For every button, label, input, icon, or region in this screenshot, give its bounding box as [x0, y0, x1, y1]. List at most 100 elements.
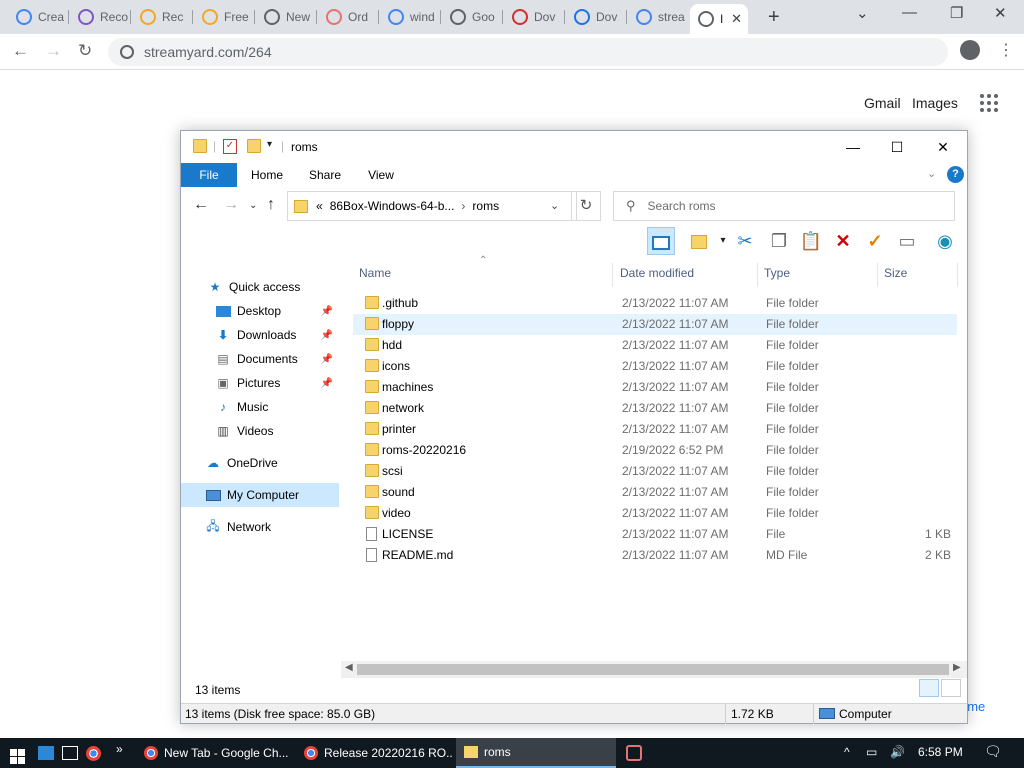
browser-tab[interactable]: strea [628, 4, 686, 30]
forward-arrow-icon[interactable]: → [223, 196, 239, 214]
minimize-browser-button[interactable]: — [902, 4, 917, 21]
breadcrumb-current[interactable]: roms [472, 199, 499, 213]
taskbar-app[interactable]: Release 20220216 RO... [296, 738, 452, 768]
file-row[interactable]: .github 2/13/2022 11:07 AM File folder [353, 293, 957, 314]
tab-view[interactable]: View [357, 163, 405, 187]
overflow-chevron-icon[interactable]: » [116, 742, 123, 756]
file-row[interactable]: scsi 2/13/2022 11:07 AM File folder [353, 461, 957, 482]
reload-icon[interactable]: ↻ [78, 41, 92, 61]
google-apps-icon[interactable] [980, 94, 998, 112]
back-arrow-icon[interactable]: ← [193, 196, 209, 214]
app-icon[interactable] [626, 745, 642, 761]
tab-file[interactable]: File [181, 163, 237, 187]
browser-tab[interactable]: Dov [504, 4, 562, 30]
computer-icon[interactable] [62, 746, 78, 760]
browser-tab[interactable]: wind [380, 4, 438, 30]
breadcrumb-chevron-icon[interactable]: › [461, 199, 465, 213]
windows-start-icon[interactable] [10, 745, 25, 764]
nav-desktop[interactable]: Desktop 📌 [181, 299, 339, 323]
help-icon[interactable]: ? [947, 166, 964, 183]
profile-avatar-icon[interactable] [960, 40, 980, 60]
desktop-icon[interactable] [38, 746, 54, 760]
browser-menu-icon[interactable]: ⋮ [998, 40, 1014, 60]
file-row[interactable]: printer 2/13/2022 11:07 AM File folder [353, 419, 957, 440]
nav-onedrive[interactable]: ☁ OneDrive [181, 451, 339, 475]
close-browser-button[interactable]: ✕ [994, 4, 1007, 22]
tab-home[interactable]: Home [243, 163, 291, 187]
large-icons-view-icon[interactable] [941, 679, 961, 697]
browser-tab[interactable]: Reco [70, 4, 128, 30]
close-tab-icon[interactable]: ✕ [731, 11, 742, 27]
chrome-icon[interactable] [86, 746, 101, 761]
scroll-right-icon[interactable]: ▶ [953, 662, 961, 673]
pin-icon[interactable]: 📌 [321, 306, 333, 317]
images-link[interactable]: Images [912, 95, 958, 111]
file-row[interactable]: floppy 2/13/2022 11:07 AM File folder [353, 314, 957, 335]
breadcrumb-overflow[interactable]: « [316, 199, 323, 213]
file-row[interactable]: machines 2/13/2022 11:07 AM File folder [353, 377, 957, 398]
pin-icon[interactable]: 📌 [321, 354, 333, 365]
explorer-address-bar[interactable]: « 86Box-Windows-64-b... › roms ⌄ [287, 191, 577, 221]
close-button[interactable]: ✕ [923, 136, 963, 158]
column-header-date[interactable]: Date modified [620, 263, 758, 287]
rename-check-icon[interactable]: ✓ [861, 227, 889, 255]
details-view-icon[interactable] [919, 679, 939, 697]
file-row[interactable]: icons 2/13/2022 11:07 AM File folder [353, 356, 957, 377]
browser-tab[interactable]: New [256, 4, 314, 30]
browser-tab[interactable]: Rec [132, 4, 190, 30]
customize-qat-icon[interactable]: ▾ [267, 139, 272, 150]
taskbar-app[interactable]: New Tab - Google Ch... [136, 738, 292, 768]
nav-quick-access[interactable]: ★ Quick access [181, 275, 339, 299]
recent-locations-icon[interactable]: ⌄ [249, 200, 257, 211]
clock-time[interactable]: 6:58 PM [918, 745, 963, 759]
tab-share[interactable]: Share [301, 163, 349, 187]
horizontal-scrollbar[interactable]: ◀ ▶ [341, 661, 967, 678]
gmail-link[interactable]: Gmail [864, 95, 901, 111]
file-row[interactable]: roms-20220216 2/19/2022 6:52 PM File folde… [353, 440, 957, 461]
expand-ribbon-icon[interactable]: ⌄ [927, 167, 936, 180]
scrollbar-thumb[interactable] [357, 664, 949, 675]
pin-icon[interactable]: 📌 [321, 330, 333, 341]
address-bar[interactable]: streamyard.com/264 [108, 38, 948, 66]
nav-videos[interactable]: ▥ Videos [181, 419, 339, 443]
nav-my-computer[interactable]: My Computer [181, 483, 339, 507]
refresh-icon[interactable]: ↻ [571, 191, 601, 221]
column-header-type[interactable]: Type [764, 263, 878, 287]
column-header-size[interactable]: Size [884, 263, 958, 287]
file-row[interactable]: sound 2/13/2022 11:07 AM File folder [353, 482, 957, 503]
nav-network[interactable]: 🖧 Network [181, 515, 339, 539]
nav-music[interactable]: ♪ Music [181, 395, 339, 419]
column-header-name[interactable]: Name [359, 263, 613, 287]
tab-search-icon[interactable]: ⌄ [856, 4, 869, 22]
new-tab-button[interactable]: + [768, 6, 780, 29]
globe-icon[interactable]: ◉ [931, 227, 959, 255]
preview-pane-icon[interactable] [647, 227, 675, 255]
volume-icon[interactable]: 🔊 [890, 745, 905, 759]
network-tray-icon[interactable]: ▭ [866, 745, 877, 759]
forward-arrow-icon[interactable]: → [45, 41, 62, 61]
file-row[interactable]: LICENSE 2/13/2022 11:07 AM File 1 KB [353, 524, 957, 545]
minimize-button[interactable]: — [833, 136, 873, 158]
pin-icon[interactable]: 📌 [321, 378, 333, 389]
browser-tab[interactable]: Ord [318, 4, 376, 30]
nav-pictures[interactable]: ▣ Pictures 📌 [181, 371, 339, 395]
new-folder-icon[interactable] [247, 139, 261, 153]
restore-browser-button[interactable]: ❐ [950, 4, 963, 22]
browser-tab[interactable]: Free [194, 4, 252, 30]
back-arrow-icon[interactable]: ← [12, 41, 29, 61]
notifications-icon[interactable]: 🗨 [984, 743, 1002, 760]
delete-icon[interactable]: ✕ [829, 227, 857, 255]
file-row[interactable]: README.md 2/13/2022 11:07 AM MD File 2 KB [353, 545, 957, 566]
browser-tab[interactable]: I ✕ [690, 4, 748, 34]
copy-icon[interactable]: ❐ [765, 227, 793, 255]
paste-icon[interactable]: 📋 [797, 227, 825, 255]
nav-downloads[interactable]: ⬇ Downloads 📌 [181, 323, 339, 347]
nav-documents[interactable]: ▤ Documents 📌 [181, 347, 339, 371]
breadcrumb-parent[interactable]: 86Box-Windows-64-b... [330, 199, 455, 213]
up-arrow-icon[interactable]: ↑ [267, 196, 275, 214]
properties-icon[interactable]: ✓ [223, 139, 237, 154]
file-row[interactable]: hdd 2/13/2022 11:07 AM File folder [353, 335, 957, 356]
select-icon[interactable]: ▭ [893, 227, 921, 255]
address-dropdown-icon[interactable]: ⌄ [550, 199, 559, 212]
browser-tab[interactable]: Goo [442, 4, 500, 30]
